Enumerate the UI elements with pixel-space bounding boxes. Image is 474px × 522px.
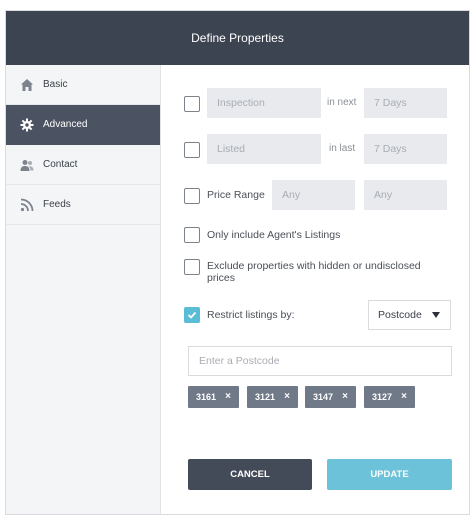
restrict-by-value: Postcode [378, 309, 422, 321]
define-properties-dialog: Define Properties Basic Advanced Contact… [5, 10, 470, 515]
rss-icon [20, 198, 34, 212]
sidebar: Basic Advanced Contact Feeds [6, 65, 161, 514]
sidebar-item-contact[interactable]: Contact [6, 145, 160, 185]
contacts-icon [20, 158, 34, 172]
remove-tag-icon[interactable]: × [225, 391, 231, 402]
postcode-tag-label: 3147 [313, 392, 334, 402]
postcode-tag: 3147 × [305, 386, 356, 408]
exclude-hidden-label-continued: prices [207, 272, 236, 284]
remove-tag-icon[interactable]: × [401, 391, 407, 402]
restrict-by-select[interactable]: Postcode [368, 300, 451, 330]
checkmark-icon [187, 311, 197, 319]
caret-down-icon [432, 312, 440, 318]
postcode-tag-label: 3127 [372, 392, 393, 402]
remove-tag-icon[interactable]: × [342, 391, 348, 402]
agent-listings-label: Only include Agent's Listings [207, 229, 341, 241]
postcode-tag: 3121 × [247, 386, 298, 408]
dialog-title: Define Properties [6, 11, 469, 65]
listed-checkbox[interactable] [184, 142, 200, 158]
price-max-field[interactable]: Any [364, 180, 447, 210]
advanced-settings-panel: Inspection in next 7 Days Listed in last… [161, 65, 469, 514]
postcode-tag-label: 3121 [255, 392, 276, 402]
price-min-field[interactable]: Any [272, 180, 355, 210]
sidebar-item-advanced[interactable]: Advanced [6, 105, 160, 145]
restrict-checkbox[interactable] [184, 307, 200, 323]
remove-tag-icon[interactable]: × [284, 391, 290, 402]
price-range-checkbox[interactable] [184, 188, 200, 204]
agent-listings-checkbox[interactable] [184, 227, 200, 243]
sidebar-item-label: Contact [43, 159, 78, 170]
gear-icon [20, 118, 34, 132]
restrict-label: Restrict listings by: [207, 309, 295, 321]
exclude-hidden-checkbox[interactable] [184, 259, 200, 275]
update-button[interactable]: UPDATE [327, 459, 452, 490]
exclude-hidden-label: Exclude properties with hidden or undisc… [207, 260, 421, 272]
inspection-period-field[interactable]: 7 Days [364, 88, 447, 118]
sidebar-item-feeds[interactable]: Feeds [6, 185, 160, 225]
sidebar-item-basic[interactable]: Basic [6, 65, 160, 105]
listed-period-field[interactable]: 7 Days [364, 134, 447, 164]
inspection-checkbox[interactable] [184, 96, 200, 112]
sidebar-item-label: Basic [43, 79, 68, 90]
postcode-tag: 3161 × [188, 386, 239, 408]
cancel-button[interactable]: CANCEL [188, 459, 312, 490]
listed-field[interactable]: Listed [207, 134, 321, 164]
inspection-field[interactable]: Inspection [207, 88, 321, 118]
sidebar-item-label: Advanced [43, 119, 88, 130]
inspection-connector-label: in next [327, 97, 357, 108]
price-range-label: Price Range [207, 189, 265, 201]
postcode-tag: 3127 × [364, 386, 415, 408]
postcode-input[interactable]: Enter a Postcode [188, 346, 452, 376]
postcode-tag-label: 3161 [196, 392, 217, 402]
home-icon [20, 78, 34, 92]
sidebar-item-label: Feeds [43, 199, 71, 210]
listed-connector-label: in last [329, 143, 356, 154]
